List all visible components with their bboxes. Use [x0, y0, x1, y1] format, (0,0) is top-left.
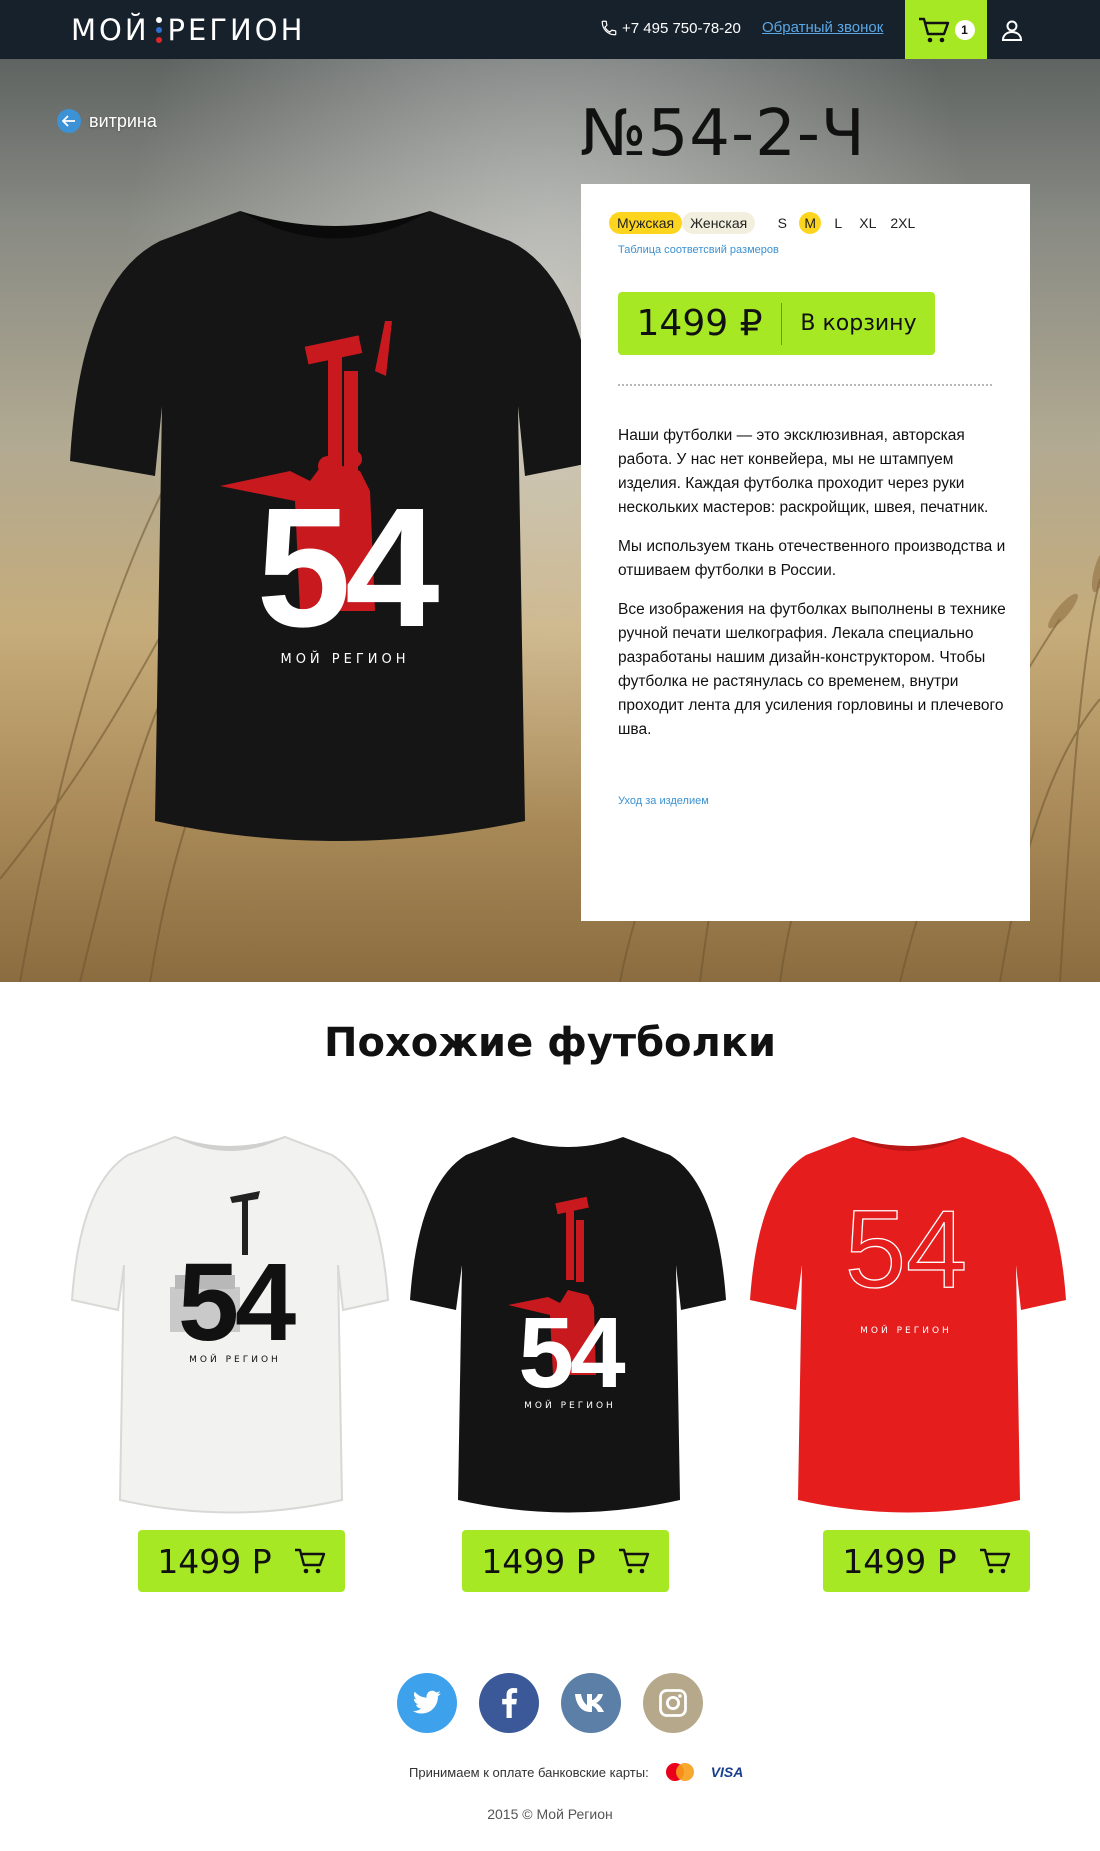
description-paragraph: Мы используем ткань отечественного произ…	[618, 538, 1006, 579]
user-icon	[1001, 20, 1023, 41]
product-title: №54-2-Ч	[580, 97, 866, 171]
similar-tshirt-red[interactable]: 54 МОЙ РЕГИОН	[748, 1125, 1068, 1525]
similar-section-title: Похожие футболки	[324, 1020, 776, 1066]
site-header: МОЙ РЕГИОН +7 495 750-78-20 Обратный зво…	[0, 0, 1100, 59]
size-options: S M L XL 2XL	[771, 212, 919, 234]
similar-price: 1499 Р	[481, 1541, 596, 1581]
site-logo[interactable]: МОЙ РЕГИОН	[71, 12, 305, 48]
similar-buy-button[interactable]: 1499 Р	[823, 1530, 1030, 1592]
tshirt-black-image: 54 МОЙ РЕГИОН	[410, 1137, 726, 1513]
tshirt-print-number: 54	[256, 473, 439, 663]
add-to-cart-button[interactable]: 1499 ₽ В корзину	[618, 292, 935, 355]
mastercard-icon	[665, 1763, 694, 1781]
cart-icon	[294, 1548, 325, 1574]
gender-and-size-selector: Мужская Женская S M L XL 2XL	[609, 212, 919, 234]
vk-button[interactable]	[561, 1673, 621, 1733]
product-tshirt-image[interactable]: 54 МОЙ РЕГИОН	[70, 171, 600, 851]
tshirt-print-caption: МОЙ РЕГИОН	[524, 1399, 616, 1411]
description-paragraph: Наши футболки — это эксклюзивная, авторс…	[618, 427, 989, 516]
cart-icon	[979, 1548, 1010, 1574]
instagram-icon	[659, 1689, 687, 1717]
gender-option-male[interactable]: Мужская	[609, 212, 683, 234]
header-phone[interactable]: +7 495 750-78-20	[600, 19, 741, 37]
tshirt-print-caption: МОЙ РЕГИОН	[189, 1353, 281, 1365]
copyright: 2015 © Мой Регион	[487, 1806, 613, 1822]
visa-icon: VISA	[710, 1764, 744, 1780]
tshirt-print-caption: МОЙ РЕГИОН	[280, 651, 409, 667]
account-button[interactable]	[1000, 18, 1024, 42]
vk-icon	[575, 1694, 604, 1712]
size-option-2xl[interactable]: 2XL	[886, 212, 919, 234]
description-paragraph: Все изображения на футболках выполнены в…	[618, 601, 1006, 738]
similar-tshirt-white[interactable]: 54 МОЙ РЕГИОН	[70, 1125, 390, 1525]
facebook-button[interactable]	[479, 1673, 539, 1733]
back-to-showcase-link[interactable]: витрина	[57, 109, 157, 133]
twitter-button[interactable]	[397, 1673, 457, 1733]
size-option-xl[interactable]: XL	[855, 212, 880, 234]
cart-count-badge: 1	[954, 19, 975, 40]
similar-buy-button[interactable]: 1499 Р	[462, 1530, 669, 1592]
tshirt-print-number: 54	[178, 1241, 296, 1364]
facebook-icon	[502, 1688, 518, 1718]
care-instructions-link[interactable]: Уход за изделием	[618, 795, 709, 807]
gender-option-female[interactable]: Женская	[682, 212, 756, 234]
product-info-card: Мужская Женская S M L XL 2XL Таблица соо…	[581, 184, 1030, 921]
size-option-s[interactable]: S	[771, 212, 793, 234]
size-table-link[interactable]: Таблица соответсвий размеров	[618, 244, 779, 256]
phone-number: +7 495 750-78-20	[622, 19, 741, 37]
back-link-label: витрина	[89, 110, 157, 131]
product-price: 1499 ₽	[636, 303, 763, 344]
tshirt-red-image: 54 МОЙ РЕГИОН	[750, 1137, 1066, 1513]
tshirt-print-caption: МОЙ РЕГИОН	[860, 1324, 952, 1336]
tshirt-white-image: 54 МОЙ РЕГИОН	[70, 1135, 390, 1514]
dotted-divider	[618, 384, 992, 386]
phone-icon	[601, 20, 617, 36]
similar-tshirt-black[interactable]: 54 МОЙ РЕГИОН	[408, 1125, 728, 1525]
logo-text-right: РЕГИОН	[167, 13, 306, 47]
similar-price: 1499 Р	[157, 1541, 272, 1581]
social-links	[0, 1673, 1100, 1733]
size-option-m[interactable]: M	[799, 212, 822, 234]
add-to-cart-label: В корзину	[800, 311, 917, 336]
header-cart-button[interactable]: 1	[905, 0, 987, 59]
instagram-button[interactable]	[643, 1673, 703, 1733]
product-description: Наши футболки — это эксклюзивная, авторс…	[618, 424, 1008, 757]
logo-flag-dots	[155, 17, 162, 43]
similar-buy-button[interactable]: 1499 Р	[138, 1530, 345, 1592]
logo-text-left: МОЙ	[71, 13, 150, 47]
product-hero: витрина №54-2-Ч 54 МОЙ РЕГИОН Мужская Же…	[0, 59, 1100, 982]
twitter-icon	[412, 1690, 441, 1714]
tshirt-print-number: 54	[518, 1297, 626, 1409]
arrow-left-icon	[57, 109, 81, 133]
tshirt-print-number: 54	[845, 1188, 967, 1311]
size-option-l[interactable]: L	[827, 212, 849, 234]
callback-link[interactable]: Обратный звонок	[762, 19, 883, 36]
similar-price: 1499 Р	[842, 1541, 957, 1581]
cart-icon	[918, 17, 949, 42]
cart-icon	[618, 1548, 649, 1574]
payment-text: Принимаем к оплате банковские карты:	[409, 1764, 649, 1780]
payment-methods: Принимаем к оплате банковские карты: VIS…	[409, 1761, 743, 1783]
